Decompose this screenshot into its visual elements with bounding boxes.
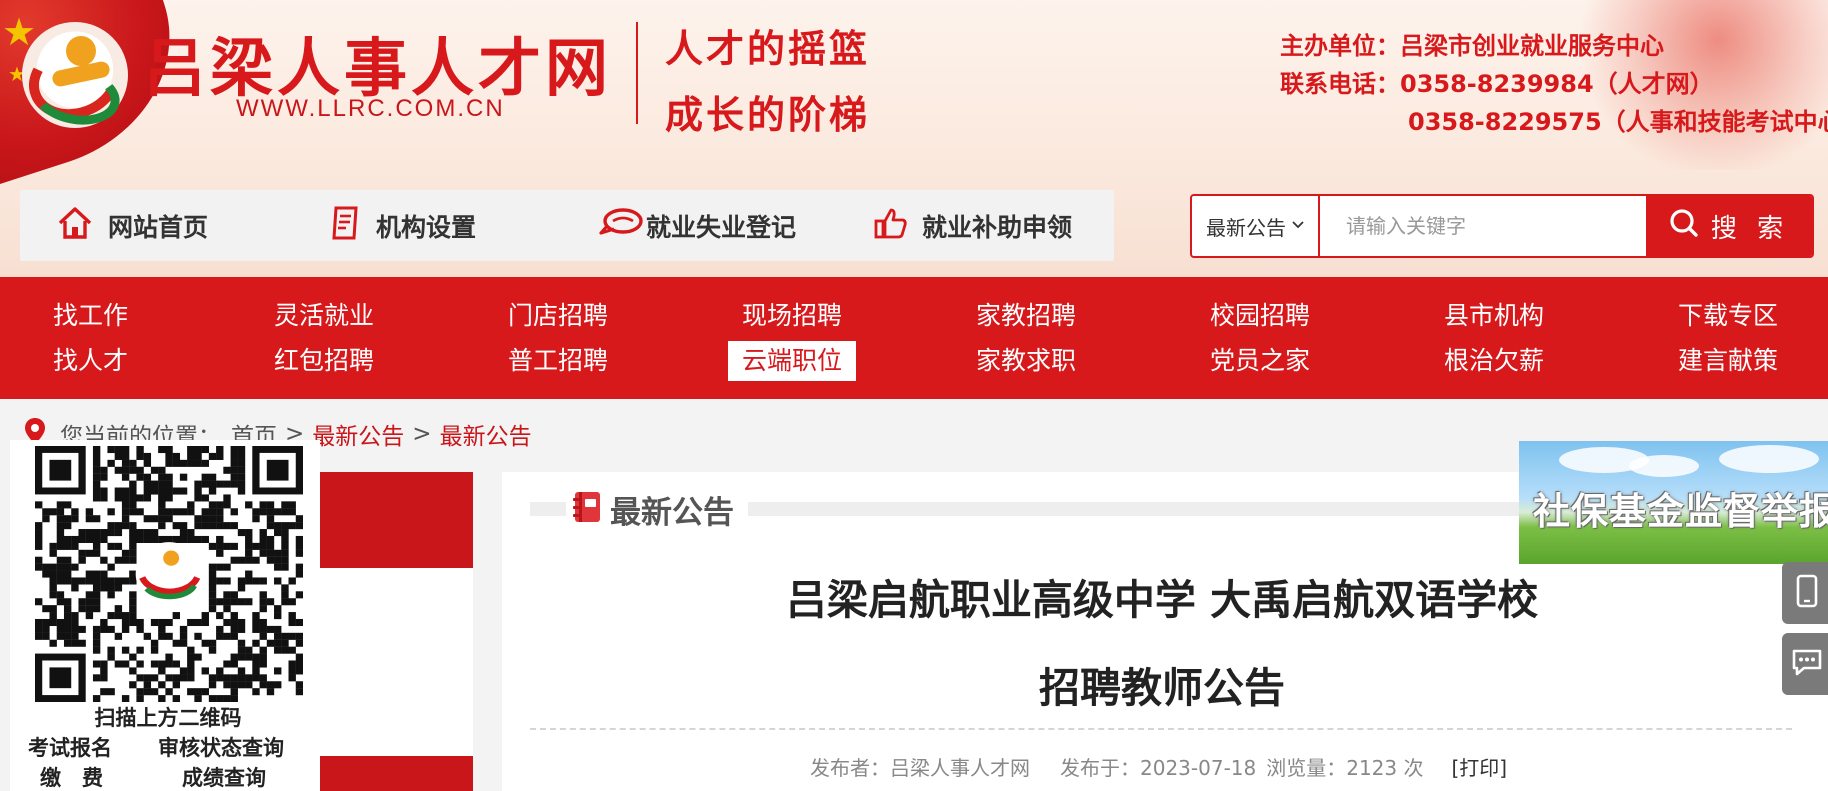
subnav-item-wage-arrears[interactable]: 根治欠薪 xyxy=(1444,341,1544,381)
sidebar-footer xyxy=(316,756,473,791)
notebook-icon xyxy=(572,490,602,528)
qr-code-image[interactable] xyxy=(35,446,303,702)
social-fund-report-banner[interactable]: 社保基金监督举报 xyxy=(1519,441,1828,564)
subnav-item-store-hiring[interactable]: 门店招聘 xyxy=(508,296,608,336)
phone-icon xyxy=(1796,574,1818,612)
site-url: WWW.LLRC.COM.CN xyxy=(236,95,505,122)
subnav-item-find-job[interactable]: 找工作 xyxy=(53,296,128,336)
article-title-line-2: 招聘教师公告 xyxy=(1039,664,1285,712)
search-input[interactable] xyxy=(1320,196,1646,256)
article-view-count: 浏览量：2123 次 xyxy=(1266,756,1424,780)
subnav-item-tutor-hiring[interactable]: 家教招聘 xyxy=(976,296,1076,336)
title-divider xyxy=(636,22,638,124)
slogan-line-1: 人才的摇篮 xyxy=(665,26,871,71)
section-header: 最新公告 xyxy=(566,484,748,534)
speech-bubble-icon xyxy=(598,207,644,245)
subnav-item-suggestions[interactable]: 建言献策 xyxy=(1678,341,1778,381)
qr-service-score-query: 成绩查询 xyxy=(182,765,266,790)
nav-home-label: 网站首页 xyxy=(108,212,209,242)
search-button-label: 搜 索 xyxy=(1710,213,1790,244)
breadcrumb-link-notices-current[interactable]: 最新公告 xyxy=(440,417,532,451)
home-icon xyxy=(56,205,94,247)
article-meta: 发布者：吕梁人事人才网 发布于：2023-07-18 浏览量：2123 次 [打… xyxy=(810,752,1507,781)
article-publish-date: 发布于：2023-07-18 xyxy=(1060,756,1257,780)
phone-info-1: 联系电话：0358-8239984（人才网） xyxy=(1280,70,1714,98)
section-title: 最新公告 xyxy=(610,494,734,531)
nav-employment-registration-label: 就业失业登记 xyxy=(646,212,797,242)
sidebar-header xyxy=(316,472,473,568)
article-divider xyxy=(530,728,1792,730)
chevron-down-icon xyxy=(1292,218,1304,234)
qr-service-payment: 缴 费 xyxy=(40,765,103,790)
search-button[interactable]: 搜 索 xyxy=(1646,196,1812,256)
phone-info-2: 0358-8229575（人事和技能考试中心） xyxy=(1408,108,1828,136)
slogan-line-2: 成长的阶梯 xyxy=(665,92,871,137)
chat-icon xyxy=(1791,647,1823,681)
subnav-item-downloads[interactable]: 下载专区 xyxy=(1678,296,1778,336)
nav-org[interactable]: 机构设置 xyxy=(330,190,476,261)
subnav-item-cloud-positions[interactable]: 云端职位 xyxy=(728,341,857,381)
breadcrumb-link-notices[interactable]: 最新公告 xyxy=(312,417,404,451)
nav-org-label: 机构设置 xyxy=(376,212,477,242)
breadcrumb-separator: > xyxy=(412,421,432,447)
banner-text: 社保基金监督举报 xyxy=(1533,489,1828,533)
site-logo-icon[interactable] xyxy=(17,22,133,132)
qr-service-exam-registration: 考试报名 xyxy=(28,735,112,760)
message-button[interactable] xyxy=(1782,633,1828,695)
category-nav: 找工作 灵活就业 门店招聘 现场招聘 家教招聘 校园招聘 县市机构 下载专区 找… xyxy=(0,277,1828,399)
print-link[interactable]: [打印] xyxy=(1452,752,1508,781)
article-publisher: 发布者：吕梁人事人才网 xyxy=(810,756,1030,780)
main-nav: 网站首页 机构设置 就业失业登记 就业补助申领 xyxy=(20,190,1114,261)
search-icon xyxy=(1669,208,1699,245)
site-header: ★ ★ 吕梁人事人才网 WWW.LLRC.COM.CN 人才的摇篮 成长的阶梯 … xyxy=(0,0,1828,277)
subnav-item-find-talent[interactable]: 找人才 xyxy=(53,341,128,381)
qr-code-panel: 扫描上方二维码 考试报名 审核状态查询 缴 费 成绩查询 xyxy=(10,440,320,791)
sponsor-info: 主办单位：吕梁市创业就业服务中心 xyxy=(1280,32,1664,60)
search-bar: 最新公告 搜 索 xyxy=(1190,194,1814,258)
qr-caption: 扫描上方二维码 xyxy=(94,705,242,730)
subnav-item-general-worker-hiring[interactable]: 普工招聘 xyxy=(508,341,608,381)
subnav-item-flexible-employment[interactable]: 灵活就业 xyxy=(274,296,374,336)
subnav-item-onsite-hiring[interactable]: 现场招聘 xyxy=(742,296,842,336)
subnav-item-red-packet-hiring[interactable]: 红包招聘 xyxy=(274,341,374,381)
left-sidebar xyxy=(316,472,473,791)
nav-employment-registration[interactable]: 就业失业登记 xyxy=(598,190,796,261)
search-category-select[interactable]: 最新公告 xyxy=(1192,196,1320,256)
mobile-version-button[interactable] xyxy=(1782,562,1828,624)
qr-service-review-status: 审核状态查询 xyxy=(158,735,284,760)
subnav-item-tutor-job-seeking[interactable]: 家教求职 xyxy=(976,341,1076,381)
nav-subsidy-application-label: 就业补助申领 xyxy=(922,212,1073,242)
thumbs-up-icon xyxy=(874,206,908,246)
nav-home[interactable]: 网站首页 xyxy=(56,190,208,261)
document-icon xyxy=(330,205,362,247)
article-title-line-1: 吕梁启航职业高级中学 大禹启航双语学校 xyxy=(785,576,1539,624)
subnav-item-party-members[interactable]: 党员之家 xyxy=(1210,341,1310,381)
subnav-item-county-agencies[interactable]: 县市机构 xyxy=(1444,296,1544,336)
subnav-item-campus-hiring[interactable]: 校园招聘 xyxy=(1210,296,1310,336)
search-category-value: 最新公告 xyxy=(1206,215,1286,240)
nav-subsidy-application[interactable]: 就业补助申领 xyxy=(874,190,1072,261)
